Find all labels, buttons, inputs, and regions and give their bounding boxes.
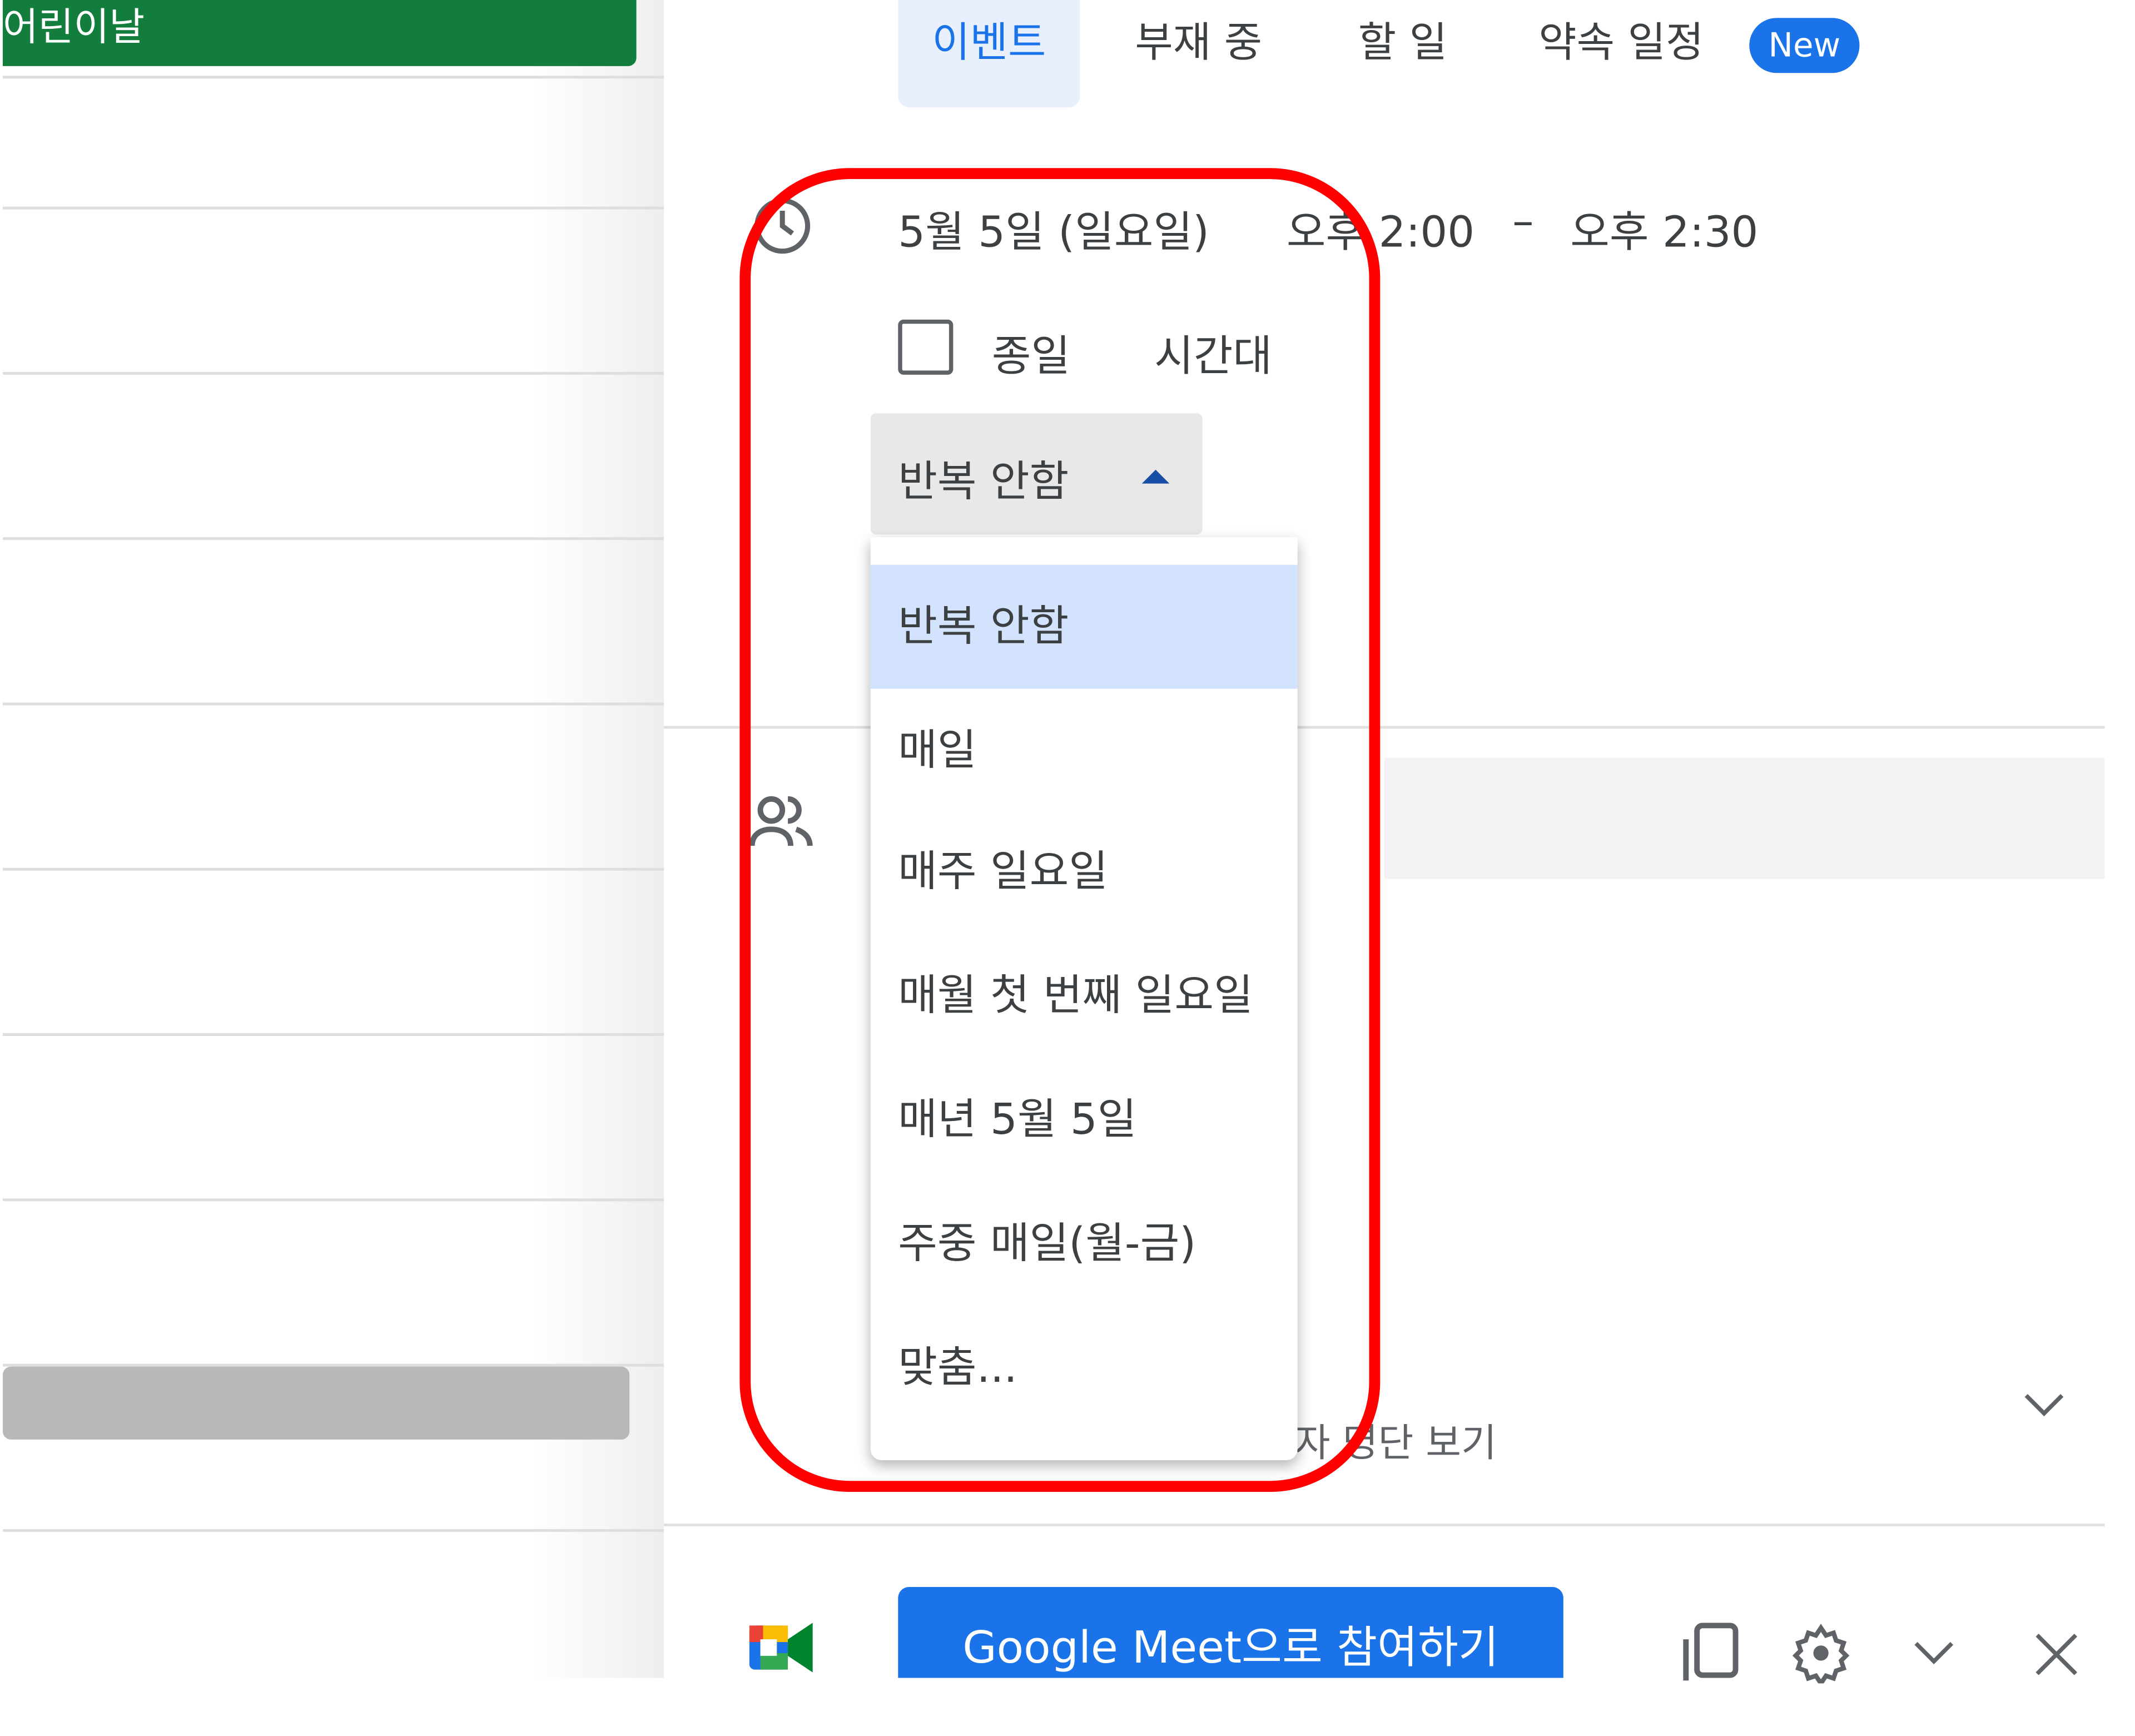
- event-placeholder[interactable]: [2, 1366, 630, 1440]
- recurrence-option-yearly[interactable]: 매년 5월 5일: [871, 1058, 1298, 1182]
- tab-out-of-office[interactable]: 부재 중: [1135, 0, 1262, 107]
- guest-input[interactable]: [1384, 757, 2105, 879]
- grid-line: [2, 1033, 664, 1036]
- event-chip[interactable]: 어린이날: [2, 0, 637, 66]
- new-badge: New: [1749, 18, 1860, 73]
- recurrence-dropdown[interactable]: 반복 안함: [870, 413, 1203, 535]
- grid-line: [2, 206, 664, 210]
- grid-line: [2, 371, 664, 375]
- close-icon[interactable]: [2033, 1631, 2080, 1678]
- recurrence-option-daily[interactable]: 매일: [871, 689, 1298, 813]
- tab-label: 부재 중: [1135, 19, 1263, 68]
- grid-line: [2, 76, 664, 79]
- all-day-label: 종일: [991, 332, 1071, 382]
- grid-line: [2, 1198, 664, 1202]
- all-day-checkbox[interactable]: [898, 319, 954, 375]
- recurrence-option-weekly[interactable]: 매주 일요일: [871, 810, 1298, 934]
- event-chip-label: 어린이날: [2, 4, 145, 50]
- tab-appointment[interactable]: 약속 일정: [1538, 0, 1704, 107]
- grid-line: [2, 537, 664, 540]
- tab-label: 할 일: [1358, 19, 1448, 68]
- calendar-grid: 어린이날: [0, 0, 664, 1678]
- recurrence-menu: 반복 안함 매일 매주 일요일 매월 첫 번째 일요일 매년 5월 5일 주중 …: [870, 537, 1298, 1461]
- tab-label: 약속 일정: [1538, 19, 1704, 68]
- divider: [664, 1524, 2105, 1526]
- meet-button-label: Google Meet으로 참여하기: [962, 1621, 1499, 1674]
- people-icon: [749, 796, 813, 846]
- start-time[interactable]: 오후 2:00: [1287, 197, 1474, 259]
- tab-event[interactable]: 이벤트: [898, 0, 1080, 108]
- tab-task[interactable]: 할 일: [1358, 0, 1447, 107]
- recurrence-option-monthly[interactable]: 매월 첫 번째 일요일: [871, 934, 1298, 1058]
- tab-label: 이벤트: [932, 19, 1046, 68]
- timezone-button[interactable]: 시간대: [1154, 321, 1272, 383]
- copy-icon[interactable]: [1680, 1623, 1741, 1681]
- recurrence-selected: 반복 안함: [898, 457, 1069, 507]
- grid-line: [2, 867, 664, 871]
- recurrence-option-weekdays[interactable]: 주중 매일(월-금): [871, 1182, 1298, 1306]
- clock-icon: [754, 198, 811, 254]
- time-separator: –: [1512, 197, 1534, 247]
- grid-line: [2, 1529, 664, 1532]
- chevron-down-icon[interactable]: [2022, 1391, 2066, 1419]
- gear-icon[interactable]: [1791, 1623, 1851, 1684]
- recurrence-option-none[interactable]: 반복 안함: [870, 564, 1298, 689]
- join-google-meet-button[interactable]: Google Meet으로 참여하기: [898, 1586, 1563, 1678]
- view-guest-list[interactable]: 자 명단 보기: [1295, 1413, 1497, 1469]
- caret-up-icon: [1141, 469, 1170, 484]
- event-date[interactable]: 5월 5일 (일요일): [898, 197, 1209, 259]
- end-time[interactable]: 오후 2:30: [1570, 197, 1758, 259]
- recurrence-option-custom[interactable]: 맞춤...: [871, 1306, 1298, 1430]
- chevron-down-icon[interactable]: [1912, 1639, 1956, 1667]
- google-meet-icon: [749, 1623, 813, 1673]
- grid-line: [2, 702, 664, 706]
